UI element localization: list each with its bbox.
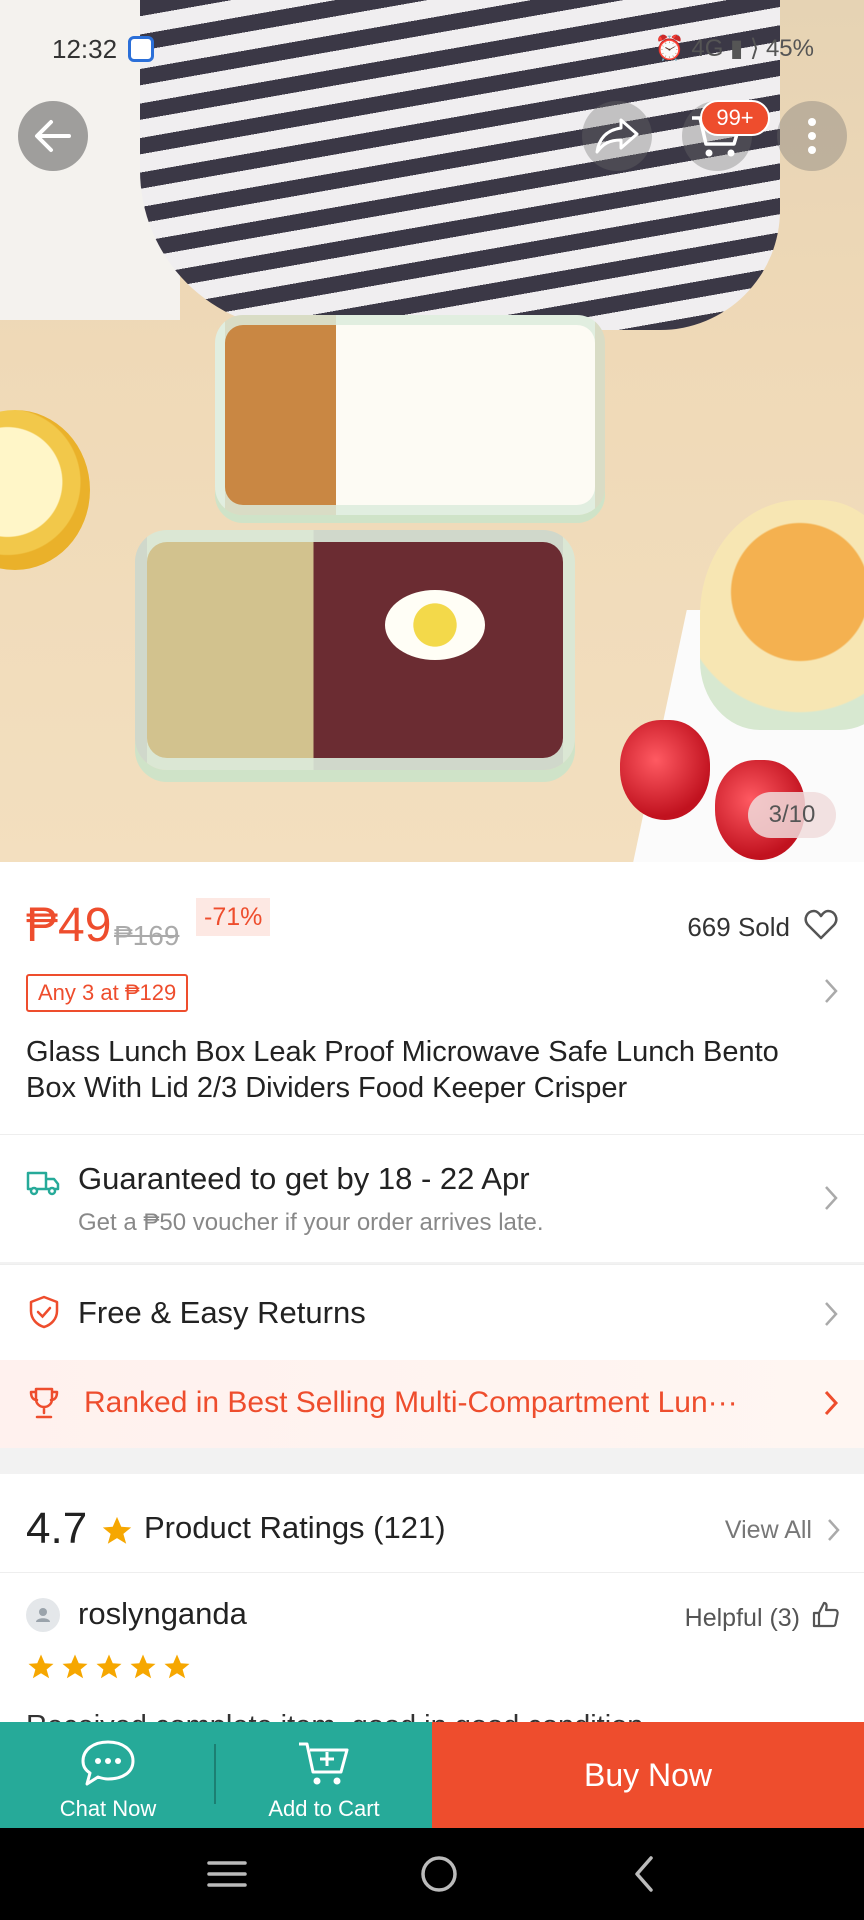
returns-label: Free & Easy Returns	[78, 1295, 366, 1330]
chat-now-label: Chat Now	[59, 1796, 157, 1821]
strawberry	[620, 720, 710, 820]
chevron-right-icon[interactable]	[822, 976, 840, 1006]
status-bar: 12:32 ⏰ 4G ▮ ⟩ 45%	[0, 0, 864, 100]
sold-count: 669 Sold	[687, 912, 790, 942]
add-to-cart-button[interactable]: Add to Cart	[216, 1722, 432, 1828]
home-icon[interactable]	[419, 1854, 459, 1894]
more-options-button[interactable]	[777, 101, 847, 171]
add-to-cart-icon	[299, 1742, 349, 1785]
ratings-label: Product Ratings (121)	[144, 1510, 446, 1545]
bundle-promo-tag[interactable]: Any 3 at ₱129	[26, 974, 189, 1012]
chevron-right-icon	[824, 1390, 839, 1416]
chevron-right-icon[interactable]	[826, 1516, 842, 1544]
rating-score: 4.7	[26, 1504, 88, 1553]
star-icon	[102, 1516, 132, 1544]
truck-icon	[26, 1171, 60, 1196]
thumbs-up-icon[interactable]	[810, 1600, 840, 1630]
star-icon	[164, 1654, 190, 1679]
add-to-cart-label: Add to Cart	[268, 1796, 380, 1821]
ranking-label: Ranked in Best Selling Multi-Compartment…	[84, 1386, 738, 1419]
price: ₱49	[26, 899, 112, 952]
cart-count-badge: 99+	[700, 100, 770, 136]
buy-now-button[interactable]: Buy Now	[432, 1722, 864, 1828]
trophy-icon	[29, 1387, 59, 1419]
app-notification-icon	[128, 36, 154, 62]
shipping-guarantee-row[interactable]: Guaranteed to get by 18 - 22 Apr Get a ₱…	[0, 1134, 864, 1262]
delivery-date: Guaranteed to get by 18 - 22 Apr	[78, 1161, 530, 1196]
view-all-link[interactable]: View All	[725, 1516, 812, 1545]
chat-icon	[81, 1740, 135, 1786]
review-stars	[26, 1652, 192, 1682]
star-icon	[96, 1654, 122, 1679]
product-title: Glass Lunch Box Leak Proof Microwave Saf…	[26, 1036, 779, 1104]
share-icon	[595, 118, 639, 154]
star-icon	[28, 1654, 54, 1679]
status-time: 12:32	[52, 34, 118, 64]
original-price: ₱169	[114, 920, 180, 951]
avatar	[26, 1598, 60, 1632]
reviewer-name: roslynganda	[78, 1596, 247, 1631]
system-navigation-bar	[0, 1828, 864, 1920]
free-returns-row[interactable]: Free & Easy Returns	[0, 1264, 864, 1360]
heart-icon[interactable]	[804, 908, 838, 942]
more-vertical-icon	[808, 118, 816, 154]
chat-now-button[interactable]: Chat Now	[0, 1722, 216, 1828]
lemon-slice	[0, 410, 90, 570]
soup-bowl	[700, 500, 864, 730]
chevron-right-icon	[825, 1186, 838, 1210]
helpful-count[interactable]: Helpful (3)	[685, 1604, 800, 1633]
ranking-banner[interactable]: Ranked in Best Selling Multi-Compartment…	[0, 1360, 864, 1448]
shield-check-icon	[29, 1295, 59, 1329]
image-counter: 3/10	[748, 792, 836, 838]
boiled-egg	[385, 590, 485, 660]
star-icon	[62, 1654, 88, 1679]
lunch-box-front	[135, 530, 575, 770]
lunch-box-back	[215, 315, 605, 515]
star-icon	[130, 1654, 156, 1679]
divider	[0, 1572, 864, 1573]
status-indicators: ⏰ 4G ▮ ⟩ 45%	[654, 35, 814, 62]
discount-badge: -71%	[196, 898, 271, 936]
arrow-left-icon	[35, 120, 71, 152]
chevron-right-icon	[825, 1302, 838, 1326]
product-info: ₱49 ₱169 -71% 669 Sold Any 3 at ₱129 Gla…	[0, 862, 864, 1134]
share-button[interactable]	[582, 101, 652, 171]
back-button[interactable]	[18, 101, 88, 171]
bottom-action-bar: Chat Now Add to Cart Buy Now	[0, 1722, 864, 1828]
late-voucher-note: Get a ₱50 voucher if your order arrives …	[78, 1209, 544, 1236]
back-nav-icon[interactable]	[629, 1854, 659, 1894]
user-icon	[36, 1608, 50, 1622]
recent-apps-icon[interactable]	[205, 1857, 249, 1891]
